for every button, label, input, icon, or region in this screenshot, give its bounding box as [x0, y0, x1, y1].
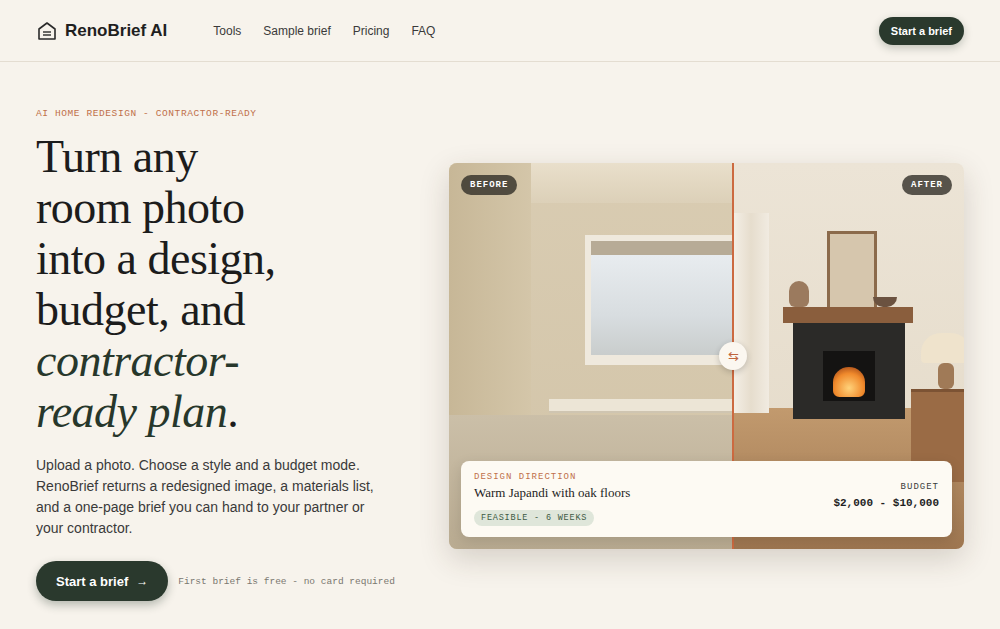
arrow-right-icon: → [136, 574, 148, 588]
lamp [921, 333, 964, 363]
window-pane [591, 255, 733, 355]
site-header: RenoBrief AI Tools Sample brief Pricing FAQ S… [0, 0, 1000, 62]
direction-label: DESIGN DIRECTION [474, 472, 630, 482]
heading-line: Turn any [36, 131, 416, 182]
compare-handle-icon[interactable]: ⇆ [719, 342, 747, 370]
fire-opening [823, 351, 875, 401]
budget: BUDGET $2,000 - $10,000 [833, 472, 939, 509]
nav-link[interactable]: FAQ [411, 24, 435, 38]
eyebrow: AI HOME REDESIGN - CONTRACTOR-READY [36, 108, 416, 119]
window-blind [591, 241, 733, 255]
landing-page: RenoBrief AI Tools Sample brief Pricing FAQ S… [0, 0, 1000, 629]
design-summary-card: DESIGN DIRECTION Warm Japandi with oak fl… [461, 461, 952, 537]
heading-line: into a design, [36, 233, 416, 284]
hero: AI HOME REDESIGN - CONTRACTOR-READY Turn … [0, 62, 1000, 601]
feasibility-tag: FEASIBLE - 6 WEEKS [474, 510, 594, 526]
baseboard-heater [549, 399, 733, 413]
window [585, 235, 733, 365]
free-note: First brief is free - no card required [178, 576, 395, 587]
fireplace [793, 323, 905, 419]
heading-line: contractor- [36, 335, 416, 386]
brand[interactable]: RenoBrief AI [37, 21, 167, 41]
heading-line: room photo [36, 182, 416, 233]
lamp-base [938, 363, 954, 389]
nav-link[interactable]: Sample brief [263, 24, 330, 38]
direction-title: Warm Japandi with oak floors [474, 485, 630, 501]
budget-label: BUDGET [833, 482, 939, 492]
nav-link[interactable]: Pricing [353, 24, 390, 38]
before-badge: BEFORE [461, 175, 517, 195]
nav-link[interactable]: Tools [213, 24, 241, 38]
cta-row: Start a brief → First brief is free - no c… [36, 561, 416, 601]
header-start-button[interactable]: Start a brief [879, 17, 964, 45]
side-wall [449, 163, 531, 433]
fire [833, 367, 865, 397]
heading-line: ready plan. [36, 386, 416, 437]
main-nav: Tools Sample brief Pricing FAQ [213, 24, 435, 38]
house-logo-icon [37, 21, 57, 41]
after-badge: AFTER [902, 175, 952, 195]
hero-description: Upload a photo. Choose a style and a bud… [36, 455, 386, 539]
budget-range: $2,000 - $10,000 [833, 497, 939, 509]
design-direction: DESIGN DIRECTION Warm Japandi with oak fl… [474, 472, 630, 526]
cta-label: Start a brief [56, 574, 128, 589]
mantel [783, 307, 913, 323]
heading-line: budget, and [36, 284, 416, 335]
vase [789, 281, 809, 307]
curtain [733, 213, 769, 413]
hero-heading: Turn anyroom photointo a design,budget, … [36, 131, 416, 437]
start-brief-button[interactable]: Start a brief → [36, 561, 168, 601]
before-after-preview[interactable]: BEFORE AFTER ⇆ DESIGN DIRECTION Warm Japandi… [449, 163, 964, 549]
hero-copy: AI HOME REDESIGN - CONTRACTOR-READY Turn … [36, 108, 416, 601]
wall-art [827, 231, 877, 311]
brand-name: RenoBrief AI [65, 21, 167, 41]
